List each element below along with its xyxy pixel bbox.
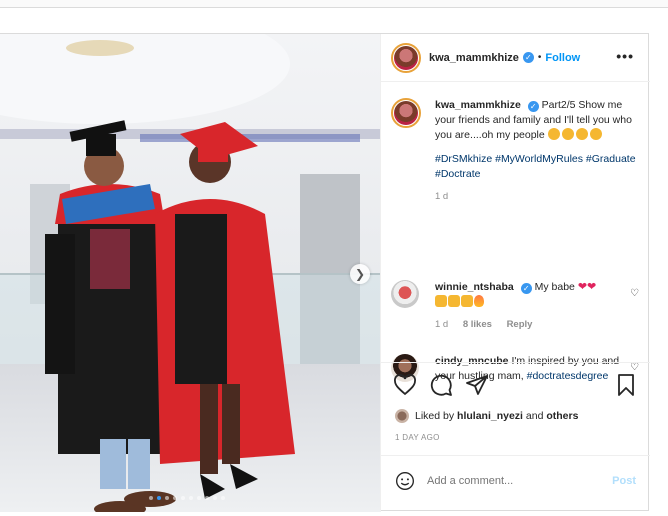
liked-by: Liked by hlulani_nyezi and others xyxy=(395,409,578,423)
comment-icon[interactable] xyxy=(429,373,453,397)
caption-hashtags[interactable]: #DrSMkhize #MyWorldMyRules #Graduate #Do… xyxy=(435,152,641,182)
heart-eyes-emoji-icon xyxy=(589,128,602,140)
red-heart-emoji-icon: ❤ xyxy=(577,281,588,293)
heart-icon[interactable] xyxy=(393,373,417,397)
carousel-dot xyxy=(205,496,209,500)
carousel-dot xyxy=(189,496,193,500)
carousel-dot xyxy=(197,496,201,500)
comment-item: winnie_ntshaba ✓ My babe ❤❤ 1 d 8 likes … xyxy=(391,280,641,330)
caption-username[interactable]: kwa_mammkhize xyxy=(435,99,521,111)
comment-input[interactable] xyxy=(427,474,613,487)
carousel-dot xyxy=(149,496,153,500)
carousel-indicator xyxy=(149,496,225,500)
post-sidebar: kwa_mammkhize ✓ • Follow ••• kwa_mammkhi… xyxy=(380,34,650,512)
post-comment-button[interactable]: Post xyxy=(612,475,636,487)
liked-by-joiner: and xyxy=(525,410,544,422)
raised-hands-emoji-icon xyxy=(435,295,447,307)
header-separator: • xyxy=(537,52,542,63)
carousel-dot xyxy=(181,496,185,500)
caption-time[interactable]: 1 d xyxy=(435,191,448,202)
liked-by-prefix: Liked by xyxy=(415,410,455,422)
liked-by-others[interactable]: others xyxy=(546,410,578,422)
add-comment-bar: Post xyxy=(381,455,650,505)
carousel-dot xyxy=(173,496,177,500)
top-bar xyxy=(0,0,668,8)
verified-icon: ✓ xyxy=(520,283,532,294)
chevron-right-icon: ❯ xyxy=(354,267,366,281)
heart-eyes-emoji-icon xyxy=(547,128,560,140)
commenter-username[interactable]: winnie_ntshaba xyxy=(435,281,514,293)
carousel-dot xyxy=(221,496,225,500)
post-date[interactable]: 1 DAY AGO xyxy=(395,433,440,442)
author-username[interactable]: kwa_mammkhize xyxy=(429,52,519,64)
share-icon[interactable] xyxy=(465,373,489,397)
author-avatar[interactable] xyxy=(391,42,421,73)
verified-icon: ✓ xyxy=(522,52,534,63)
caption: kwa_mammkhize ✓ Part2/5 Show me your fri… xyxy=(391,98,641,202)
reply-button[interactable]: Reply xyxy=(507,319,533,330)
clap-emoji-icon xyxy=(461,295,473,307)
liker-avatar[interactable] xyxy=(395,409,409,423)
post-header: kwa_mammkhize ✓ • Follow ••• xyxy=(381,34,650,82)
liker-username[interactable]: hlulani_nyezi xyxy=(457,410,523,422)
smiley-icon[interactable] xyxy=(395,471,415,491)
commenter-avatar[interactable] xyxy=(391,280,419,308)
comment-text: My babe xyxy=(534,281,575,293)
red-heart-emoji-icon: ❤ xyxy=(587,281,597,293)
post-card: ❯ kwa_mammkhize ✓ • Follow ••• kwa_mammk… xyxy=(0,33,650,512)
carousel-dot xyxy=(157,496,161,500)
graduation-photo xyxy=(0,34,380,512)
heart-eyes-emoji-icon xyxy=(561,128,574,140)
post-photo[interactable]: ❯ xyxy=(0,34,380,512)
carousel-dot xyxy=(213,496,217,500)
heart-eyes-emoji-icon xyxy=(575,128,588,140)
comment-likes[interactable]: 8 likes xyxy=(463,319,492,330)
comments-list[interactable]: kwa_mammkhize ✓ Part2/5 Show me your fri… xyxy=(381,82,650,410)
comment-like-heart-icon[interactable]: ♡ xyxy=(630,288,639,299)
follow-button[interactable]: Follow xyxy=(545,52,580,64)
more-icon[interactable]: ••• xyxy=(616,49,634,63)
post-actions: Liked by hlulani_nyezi and others 1 DAY … xyxy=(381,362,650,512)
verified-icon: ✓ xyxy=(527,101,539,112)
caption-avatar[interactable] xyxy=(391,98,421,128)
carousel-dot xyxy=(165,496,169,500)
bookmark-icon[interactable] xyxy=(614,373,638,397)
comment-time[interactable]: 1 d xyxy=(435,319,448,330)
next-slide-button[interactable]: ❯ xyxy=(350,264,370,284)
raised-hands-emoji-icon xyxy=(448,295,460,307)
fire-emoji-icon xyxy=(474,295,484,307)
